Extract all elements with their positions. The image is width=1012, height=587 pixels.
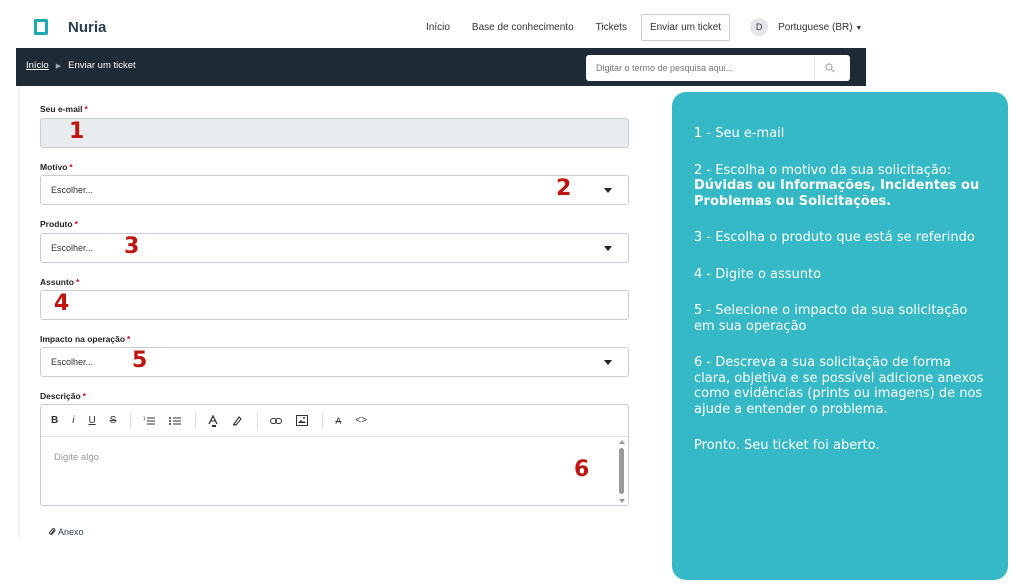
clear-format-button[interactable]: A [335, 413, 341, 429]
step-number-2: 2 [556, 176, 572, 201]
reason-select-value: Escolher... [51, 185, 94, 195]
scroll-down-icon[interactable] [619, 499, 625, 503]
instruction-step-5: 5 - Selecione o impacto da sua solicitaç… [694, 303, 968, 334]
toolbar-divider [257, 412, 259, 429]
toolbar-divider [195, 412, 197, 429]
nav-link-knowledge-base[interactable]: Base de conhecimento [472, 22, 574, 33]
impact-select-value: Escolher... [51, 357, 94, 367]
chevron-down-icon [604, 246, 612, 251]
toolbar-divider [130, 412, 132, 429]
ticket-form: Seu e-mail * 1 Motivo * Escolher... 2 Prod… [18, 86, 636, 538]
impact-select[interactable]: Escolher... [40, 347, 629, 377]
scroll-thumb[interactable] [619, 448, 624, 494]
chevron-down-icon: ▼ [855, 24, 863, 32]
brand-name: Nuria [68, 18, 107, 36]
search-box [586, 55, 850, 81]
svg-text:1: 1 [143, 416, 146, 421]
product-select-value: Escolher... [51, 243, 94, 253]
image-icon[interactable] [296, 413, 309, 429]
attachment-label: Anexo [58, 527, 84, 537]
instruction-step-2: 2 - Escolha o motivo da sua solicitação:… [694, 162, 980, 209]
strikethrough-button[interactable]: S [110, 413, 117, 429]
step-number-3: 3 [124, 234, 140, 259]
language-dropdown[interactable]: Portuguese (BR) ▼ [778, 22, 862, 33]
toolbar-divider [322, 412, 324, 429]
user-avatar[interactable]: D [750, 18, 769, 36]
step-number-4: 4 [54, 291, 70, 316]
subject-input[interactable] [40, 290, 629, 320]
description-placeholder: Digite algo [54, 452, 99, 463]
instruction-step-4: 4 - Digite o assunto [694, 266, 822, 282]
instruction-step-2-options: Dúvidas ou Informações, Incidentes ou Pr… [694, 178, 980, 209]
editor-toolbar: B i U S 1 A <> [41, 405, 628, 437]
search-icon [824, 63, 834, 73]
breadcrumb-separator-icon: ▶ [55, 62, 62, 70]
description-textarea[interactable]: Digite algo [41, 438, 619, 505]
bullet-list-icon[interactable] [169, 413, 182, 429]
top-navbar: Nuria Início Base de conhecimento Ticket… [16, 8, 866, 46]
instruction-step-3: 3 - Escolha o produto que está se referi… [694, 230, 975, 245]
chevron-down-icon [604, 188, 612, 193]
paperclip-icon [48, 528, 56, 536]
reason-select[interactable]: Escolher... [40, 175, 629, 205]
instruction-step-6: 6 - Descreva a sua solicitação de forma … [694, 355, 984, 417]
language-label: Portuguese (BR) [778, 21, 853, 33]
email-field[interactable] [40, 118, 629, 148]
nav-link-tickets[interactable]: Tickets [596, 22, 627, 33]
code-view-button[interactable]: <> [355, 413, 367, 429]
nav-link-inicio[interactable]: Início [426, 22, 450, 33]
text-color-icon[interactable] [208, 413, 218, 429]
attachment-link[interactable]: Anexo [48, 527, 84, 537]
italic-button[interactable]: i [72, 413, 74, 429]
breadcrumb-home-link[interactable]: Início [26, 60, 49, 71]
editor-scrollbar[interactable] [618, 438, 626, 505]
breadcrumb: Início ▶ Enviar um ticket [26, 60, 136, 71]
step-number-1: 1 [69, 119, 85, 144]
underline-button[interactable]: U [88, 413, 95, 429]
instruction-final: Pronto. Seu ticket foi aberto. [694, 438, 880, 453]
step-number-5: 5 [132, 348, 148, 373]
bold-button[interactable]: B [51, 413, 58, 429]
subject-label: Assunto * [40, 277, 80, 287]
scroll-up-icon[interactable] [619, 440, 625, 444]
search-button[interactable] [814, 56, 844, 80]
step-number-6: 6 [574, 457, 590, 482]
instruction-step-1: 1 - Seu e-mail [694, 126, 785, 141]
product-label: Produto * [40, 219, 78, 229]
brand-logo[interactable]: Nuria [34, 19, 106, 36]
description-label: Descrição * [40, 391, 86, 401]
breadcrumb-bar: Início ▶ Enviar um ticket [16, 48, 866, 86]
reason-label: Motivo * [40, 162, 73, 172]
impact-label: Impacto na operação * [40, 334, 131, 344]
link-icon[interactable] [270, 413, 283, 429]
logo-icon [34, 19, 48, 35]
email-label: Seu e-mail * [40, 104, 88, 114]
page: Nuria Início Base de conhecimento Ticket… [0, 0, 1012, 587]
highlighter-icon[interactable] [232, 413, 243, 429]
description-editor: B i U S 1 A <> Digite algo [40, 404, 629, 506]
search-input[interactable] [586, 56, 814, 80]
instructions-card: 1 - Seu e-mail 2 - Escolha o motivo da s… [672, 92, 1008, 580]
chevron-down-icon [604, 360, 612, 365]
ordered-list-icon[interactable]: 1 [143, 413, 156, 429]
breadcrumb-current: Enviar um ticket [68, 60, 136, 71]
nav-links: Início Base de conhecimento Tickets Envi… [426, 8, 862, 46]
submit-ticket-button[interactable]: Enviar um ticket [640, 13, 731, 41]
